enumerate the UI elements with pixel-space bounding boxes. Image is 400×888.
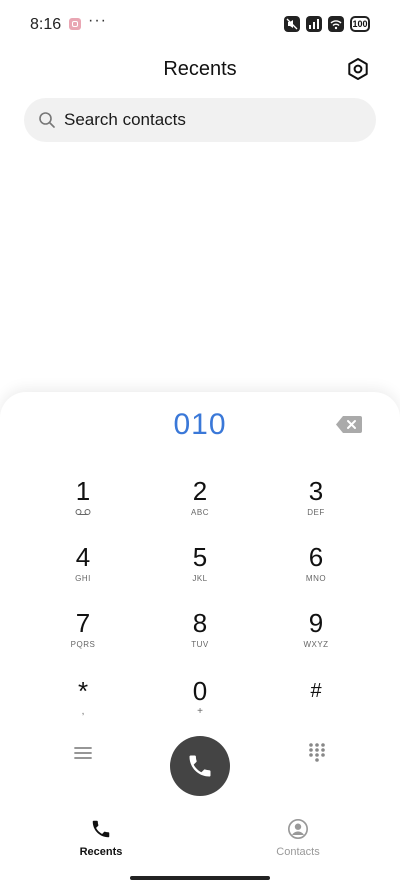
key-letters: ABC [191, 508, 209, 517]
key-9[interactable]: 9 WXYZ [276, 608, 356, 664]
backspace-icon[interactable] [336, 416, 362, 433]
key-digit: 6 [308, 542, 324, 572]
key-letters: WXYZ [303, 640, 329, 649]
status-time: 8:16 [30, 16, 62, 33]
key-digit: * [77, 676, 89, 706]
key-letters: JKL [192, 574, 208, 583]
phone-icon [189, 755, 211, 777]
notification-app-icon [69, 18, 81, 30]
key-letters: TUV [191, 640, 209, 649]
nav-contacts[interactable]: Contacts [248, 818, 348, 858]
key-digit: 5 [192, 542, 208, 572]
status-bar: 8:16 ··· 100 [0, 0, 400, 50]
key-6[interactable]: 6 MNO [276, 542, 356, 598]
menu-button[interactable] [74, 746, 92, 760]
wifi-icon [328, 16, 344, 32]
battery-icon: 100 [350, 16, 370, 32]
key-8[interactable]: 8 TUV [160, 608, 240, 664]
key-4[interactable]: 4 GHI [43, 542, 123, 598]
call-button[interactable] [170, 736, 230, 796]
search-icon [39, 112, 55, 128]
voicemail-icon [75, 509, 91, 515]
key-digit: 0 [192, 676, 208, 706]
key-star[interactable]: * , [43, 676, 123, 732]
key-letters: MNO [305, 574, 327, 583]
phone-icon [92, 820, 110, 838]
key-letters: + [197, 706, 203, 717]
nav-label: Recents [79, 846, 123, 858]
dialpad-toggle-button[interactable] [308, 742, 326, 762]
key-hash[interactable]: # [276, 676, 356, 732]
menu-icon [74, 747, 92, 759]
dialpad-icon [309, 743, 325, 762]
key-letters: , [81, 706, 85, 717]
key-digit: 8 [192, 608, 208, 638]
home-indicator[interactable] [130, 876, 270, 880]
key-digit: 7 [75, 608, 91, 638]
key-digit: 9 [308, 608, 324, 638]
signal-icon [306, 16, 322, 32]
key-0[interactable]: 0 + [160, 676, 240, 732]
more-notifications-icon: ··· [88, 12, 107, 29]
key-letters: GHI [75, 574, 91, 583]
key-5[interactable]: 5 JKL [160, 542, 240, 598]
search-input[interactable]: Search contacts [64, 110, 186, 130]
key-digit: 2 [192, 476, 208, 506]
person-icon [288, 819, 308, 839]
nav-label: Contacts [276, 846, 320, 858]
page-title: Recents [163, 58, 237, 80]
dialpad-sheet: 010 1 2 ABC 3 DEF 4 GHI 5 JKL 6 MNO 7 PQ… [0, 392, 400, 812]
key-2[interactable]: 2 ABC [160, 476, 240, 532]
settings-icon [348, 58, 368, 80]
key-letters: DEF [307, 508, 325, 517]
search-bar[interactable]: Search contacts [24, 98, 376, 142]
mute-icon [284, 16, 300, 32]
nav-recents[interactable]: Recents [51, 818, 151, 858]
key-digit: 3 [308, 476, 324, 506]
key-digit: 1 [75, 476, 91, 506]
settings-button[interactable] [346, 57, 370, 81]
key-1[interactable]: 1 [43, 476, 123, 532]
key-letters: PQRS [70, 640, 96, 649]
status-icons: 100 [284, 16, 370, 32]
key-digit: 4 [75, 542, 91, 572]
key-7[interactable]: 7 PQRS [43, 608, 123, 664]
key-3[interactable]: 3 DEF [276, 476, 356, 532]
key-digit: # [310, 680, 322, 702]
